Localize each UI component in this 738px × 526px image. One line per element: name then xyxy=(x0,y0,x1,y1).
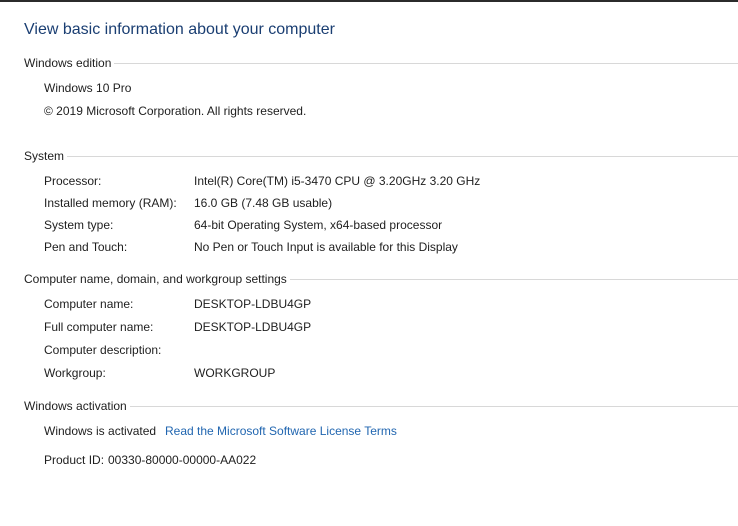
product-id-value: 00330-80000-00000-AA022 xyxy=(108,453,257,467)
row-label: Workgroup: xyxy=(44,366,106,380)
row-label: Installed memory (RAM): xyxy=(44,196,177,210)
section-divider xyxy=(129,406,738,407)
section-divider xyxy=(289,279,738,280)
row-label: Processor: xyxy=(44,174,102,188)
row-label: Computer description: xyxy=(44,343,162,357)
section-system: System xyxy=(24,149,738,163)
section-windows-activation: Windows activation xyxy=(24,399,738,413)
window-top-border xyxy=(0,0,738,2)
activation-status: Windows is activated xyxy=(44,424,157,438)
row-label: System type: xyxy=(44,218,114,232)
section-divider xyxy=(114,63,738,64)
section-heading: Computer name, domain, and workgroup set… xyxy=(24,272,287,286)
license-terms-link[interactable]: Read the Microsoft Software License Term… xyxy=(165,424,397,438)
section-divider xyxy=(67,156,738,157)
row-label: Computer name: xyxy=(44,297,134,311)
row-value: 64-bit Operating System, x64-based proce… xyxy=(194,218,443,232)
page-title: View basic information about your comput… xyxy=(24,21,335,38)
section-heading: Windows activation xyxy=(24,399,127,413)
section-heading: Windows edition xyxy=(24,56,112,70)
section-heading: System xyxy=(24,149,65,163)
row-value: Intel(R) Core(TM) i5-3470 CPU @ 3.20GHz … xyxy=(194,174,481,188)
section-windows-edition: Windows edition xyxy=(24,56,738,70)
row-label: Pen and Touch: xyxy=(44,240,128,254)
copyright-text: © 2019 Microsoft Corporation. All rights… xyxy=(44,104,307,118)
windows-edition-value: Windows 10 Pro xyxy=(44,81,132,95)
product-id-label: Product ID: xyxy=(44,453,105,467)
row-value: 16.0 GB (7.48 GB usable) xyxy=(194,196,333,210)
section-computer-name: Computer name, domain, and workgroup set… xyxy=(24,272,738,286)
row-label: Full computer name: xyxy=(44,320,154,334)
row-value: WORKGROUP xyxy=(194,366,276,380)
row-value: DESKTOP-LDBU4GP xyxy=(194,297,312,311)
row-value: No Pen or Touch Input is available for t… xyxy=(194,240,458,254)
row-value: DESKTOP-LDBU4GP xyxy=(194,320,312,334)
